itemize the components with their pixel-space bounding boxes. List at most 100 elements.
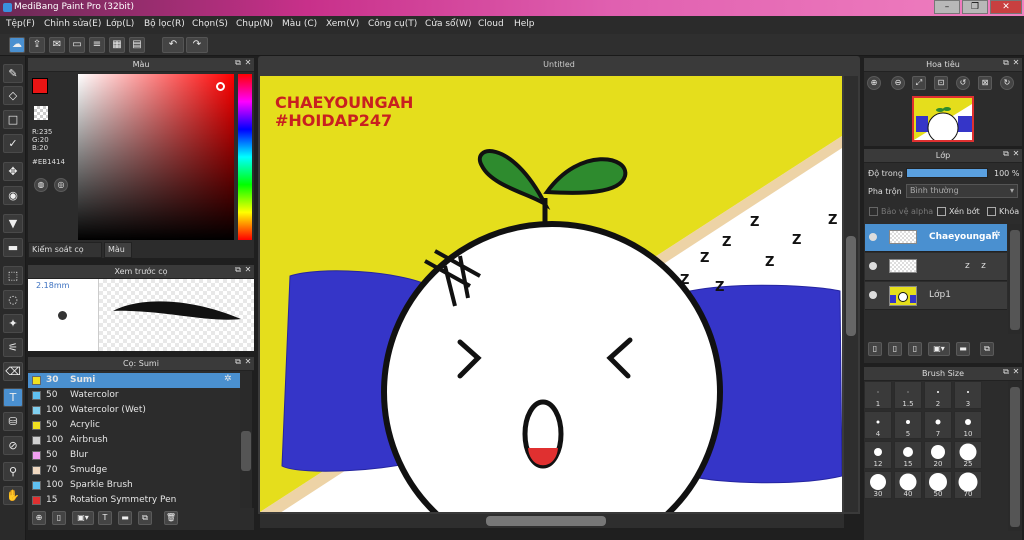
pen-tool-icon[interactable]: ✓ <box>3 134 23 153</box>
brush-item[interactable]: 50 Acrylic <box>28 418 240 433</box>
menu-edit[interactable]: Chỉnh sửa(E) <box>44 19 101 29</box>
tab-brush-control[interactable]: Kiểm soát cọ <box>28 242 102 258</box>
grid-icon[interactable]: ▦ <box>109 37 125 53</box>
gear-icon[interactable]: ✲ <box>224 374 232 384</box>
zoom-out-icon[interactable]: ⊖ <box>891 76 905 90</box>
gradient-tool-icon[interactable]: ▬ <box>3 238 23 257</box>
cloud-icon[interactable]: ☁ <box>9 37 25 53</box>
share-icon[interactable]: ⇪ <box>29 37 45 53</box>
protect-alpha-checkbox[interactable] <box>869 207 878 216</box>
eye-icon[interactable] <box>869 233 877 241</box>
menu-window[interactable]: Cửa sổ(W) <box>425 19 471 29</box>
scroll-thumb[interactable] <box>241 431 251 471</box>
fill-tool-icon[interactable]: ◉ <box>3 186 23 205</box>
float-icon[interactable]: ⧉ <box>1002 150 1010 158</box>
close-panel-icon[interactable]: ✕ <box>1012 59 1020 67</box>
actual-size-icon[interactable]: ⊡ <box>934 76 948 90</box>
duplicate-layer-icon[interactable]: ⧉ <box>980 342 994 356</box>
brush-item[interactable]: 15 Rotation Symmetry Pen <box>28 493 240 508</box>
close-panel-icon[interactable]: ✕ <box>244 59 252 67</box>
brush-size-cell[interactable]: 5 <box>894 411 922 439</box>
clip-checkbox[interactable] <box>937 207 946 216</box>
redo-icon[interactable]: ↷ <box>186 37 208 53</box>
brush-list-scrollbar[interactable] <box>240 371 252 508</box>
canvas-horizontal-scrollbar[interactable] <box>260 514 844 528</box>
brush-size-scrollbar[interactable] <box>1008 381 1022 531</box>
menu-tools[interactable]: Công cụ(T) <box>368 19 417 29</box>
select-pen-icon[interactable]: ⚟ <box>3 338 23 357</box>
brush-item[interactable]: 100 Watercolor (Wet) <box>28 403 240 418</box>
float-icon[interactable]: ⧉ <box>1002 368 1010 376</box>
scroll-thumb[interactable] <box>846 236 856 336</box>
eye-icon[interactable] <box>869 291 877 299</box>
magic-wand-icon[interactable]: ✦ <box>3 314 23 333</box>
zoom-in-icon[interactable]: ⊕ <box>867 76 881 90</box>
add-brush-icon[interactable]: ⊕ <box>32 511 46 525</box>
brush-size-cell[interactable]: 2 <box>924 381 952 409</box>
rotate-left-icon[interactable]: ↺ <box>956 76 970 90</box>
maximize-button[interactable]: ❐ <box>962 0 988 14</box>
float-icon[interactable]: ⧉ <box>234 358 242 366</box>
divide-tool-icon[interactable]: ⛁ <box>3 412 23 431</box>
close-panel-icon[interactable]: ✕ <box>244 266 252 274</box>
new-layer-1bit-icon[interactable]: ▯ <box>908 342 922 356</box>
add-layer-dropdown-icon[interactable]: ▣▾ <box>928 342 950 356</box>
fit-icon[interactable]: ⤢ <box>912 76 926 90</box>
menu-help[interactable]: Help <box>514 19 535 29</box>
menu-capture[interactable]: Chụp(N) <box>236 19 273 29</box>
palette-add-icon[interactable]: ◎ <box>54 178 68 192</box>
menu-view[interactable]: Xem(V) <box>326 19 359 29</box>
new-layer-icon[interactable]: ▯ <box>868 342 882 356</box>
brush-size-cell[interactable]: 4 <box>864 411 892 439</box>
blend-mode-select[interactable]: Bình thường ▾ <box>906 184 1018 198</box>
reset-view-icon[interactable]: ⊠ <box>978 76 992 90</box>
brush-size-cell[interactable]: 40 <box>894 471 922 499</box>
hand-tool-icon[interactable]: ✋ <box>3 486 23 505</box>
navigator-thumbnail[interactable] <box>912 96 974 142</box>
move-tool-icon[interactable]: ✥ <box>3 162 23 181</box>
rectangle-tool-icon[interactable]: □ <box>3 110 23 129</box>
brush-size-cell[interactable]: 1.5 <box>894 381 922 409</box>
new-page-icon[interactable]: ▯ <box>52 511 66 525</box>
menu-select[interactable]: Chọn(S) <box>192 19 228 29</box>
layer-row-lop1[interactable]: Lớp1 <box>865 282 1007 310</box>
layer-row-z[interactable]: z z <box>865 253 1007 281</box>
menu-filter[interactable]: Bộ lọc(R) <box>144 19 185 29</box>
undo-icon[interactable]: ↶ <box>162 37 184 53</box>
menu-layer[interactable]: Lớp(L) <box>106 19 134 29</box>
brush-item[interactable]: 50 Watercolor <box>28 388 240 403</box>
brush-size-cell[interactable]: 50 <box>924 471 952 499</box>
layer-row-chaeyoungah[interactable]: Chaeyoungah ✲ <box>865 224 1007 252</box>
brush-item[interactable]: 100 Sparkle Brush <box>28 478 240 493</box>
foreground-color-swatch[interactable] <box>32 78 48 94</box>
layers-scrollbar[interactable] <box>1008 224 1022 334</box>
canvas-vertical-scrollbar[interactable] <box>844 76 858 512</box>
comment-icon[interactable]: ✉ <box>49 37 65 53</box>
brush-item[interactable]: 100 Airbrush <box>28 433 240 448</box>
color-picker-cursor[interactable] <box>216 82 225 91</box>
brush-size-cell[interactable]: 30 <box>864 471 892 499</box>
lock-checkbox[interactable] <box>987 207 996 216</box>
opacity-slider[interactable] <box>906 168 988 178</box>
folder-icon[interactable]: ▬ <box>118 511 132 525</box>
lasso-icon[interactable]: ◌ <box>3 290 23 309</box>
brush-size-cell[interactable]: 20 <box>924 441 952 469</box>
brush-item-sumi[interactable]: 30 Sumi ✲ <box>28 373 240 388</box>
eyedropper-icon[interactable]: ⊘ <box>3 436 23 455</box>
scroll-thumb[interactable] <box>486 516 606 526</box>
scroll-thumb[interactable] <box>1010 387 1020 527</box>
brush-size-cell[interactable]: 1 <box>864 381 892 409</box>
brush-size-cell[interactable]: 10 <box>954 411 982 439</box>
document-icon[interactable]: ≡ <box>89 37 105 53</box>
dropper-icon[interactable]: ⚲ <box>3 462 23 481</box>
brush-item[interactable]: 70 Smudge <box>28 463 240 478</box>
transparent-color-swatch[interactable] <box>34 106 48 120</box>
brush-size-cell[interactable]: 15 <box>894 441 922 469</box>
hue-slider[interactable] <box>238 74 252 240</box>
menu-cloud[interactable]: Cloud <box>478 19 504 29</box>
text-icon[interactable]: T <box>98 511 112 525</box>
eye-icon[interactable] <box>869 262 877 270</box>
duplicate-icon[interactable]: ⧉ <box>138 511 152 525</box>
close-panel-icon[interactable]: ✕ <box>244 358 252 366</box>
scroll-thumb[interactable] <box>1010 230 1020 330</box>
